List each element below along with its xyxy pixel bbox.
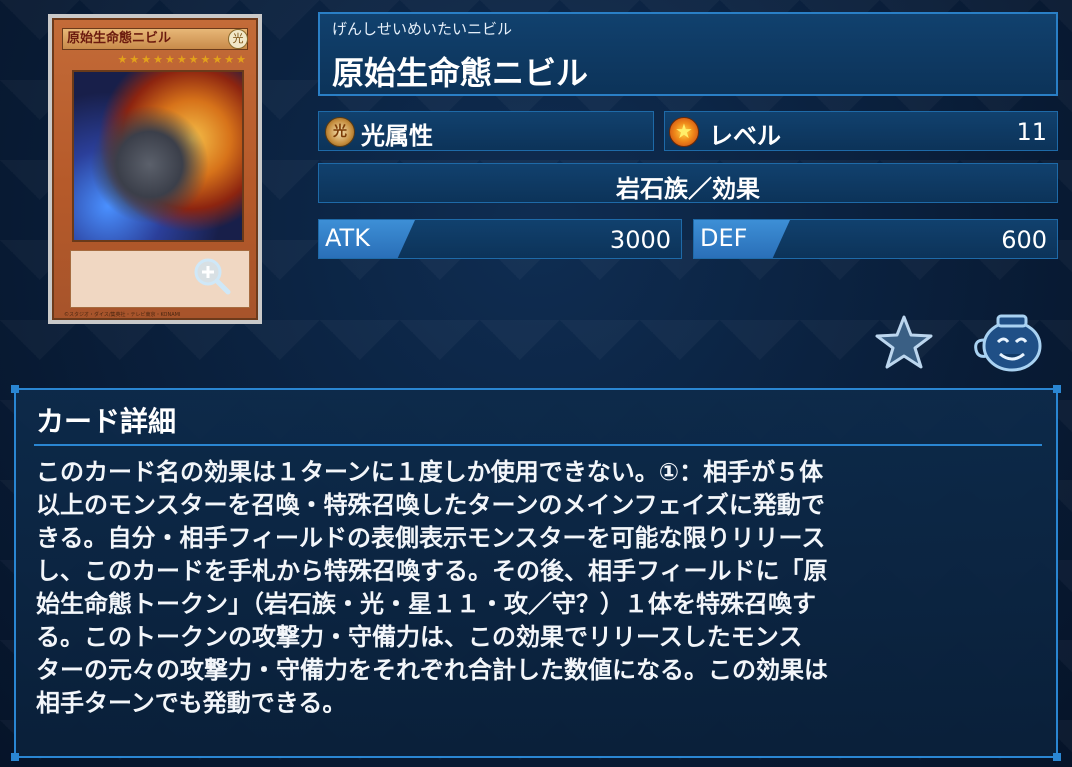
divider	[34, 444, 1042, 446]
card-title: 原始生命態ニビル	[332, 54, 589, 92]
card-copyright: ©スタジオ・ダイス/集英社・テレビ東京・KONAMI	[64, 312, 181, 318]
card-name-panel: げんしせいめいたいニビル 原始生命態ニビル	[318, 12, 1058, 96]
def-value: 600	[1001, 226, 1047, 254]
level-value: 11	[1016, 118, 1047, 146]
panel-corner	[11, 385, 19, 393]
type-panel: 岩石族／効果	[318, 163, 1058, 203]
level-star-icon	[669, 117, 699, 147]
card-name-text: 原始生命態ニビル	[62, 28, 248, 50]
atk-value: 3000	[609, 226, 671, 254]
card-effect-text: このカード名の効果は１ターンに１度しか使用できない。①：相手が５体 以上のモンス…	[36, 458, 828, 717]
atk-panel: ATK 3000	[318, 219, 682, 259]
level-label: レベル	[709, 122, 781, 150]
card-attribute-icon: 光	[228, 29, 248, 49]
atk-label: ATK	[325, 224, 370, 252]
panel-corner	[1053, 753, 1061, 761]
panel-corner	[1053, 385, 1061, 393]
pot-of-greed-icon[interactable]	[972, 312, 1046, 372]
attribute-label: 光属性	[361, 122, 433, 150]
def-panel: DEF 600	[693, 219, 1058, 259]
card-detail-panel: カード詳細 このカード名の効果は１ターンに１度しか使用できない。①：相手が５体 …	[11, 385, 1061, 761]
panel-corner	[11, 753, 19, 761]
card-detail-heading: カード詳細	[36, 405, 177, 438]
level-panel: レベル 11	[664, 111, 1058, 151]
attribute-panel: 光 光属性	[318, 111, 654, 151]
type-label: 岩石族／効果	[616, 175, 760, 203]
magnify-plus-icon[interactable]	[192, 256, 232, 296]
card-name-reading: げんしせいめいたいニビル	[332, 20, 513, 38]
def-label: DEF	[700, 224, 748, 252]
star-icon[interactable]	[874, 314, 934, 370]
card-level-stars: ★★★★★★★★★★★	[117, 53, 248, 66]
card-artwork	[72, 70, 244, 242]
light-attribute-icon: 光	[325, 117, 355, 147]
